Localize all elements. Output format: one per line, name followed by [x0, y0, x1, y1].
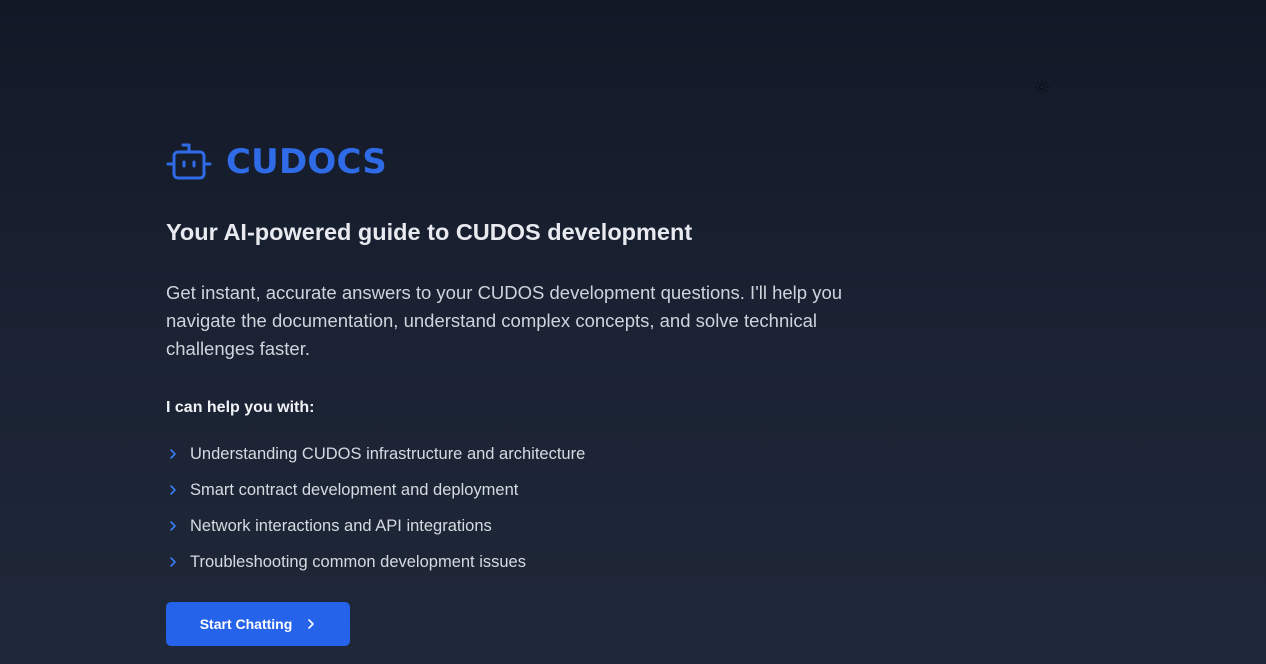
- intro-description: Get instant, accurate answers to your CU…: [166, 282, 843, 359]
- list-item-label: Smart contract development and deploymen…: [190, 480, 519, 499]
- chevron-right-icon: [168, 448, 180, 460]
- list-item: Smart contract development and deploymen…: [166, 472, 846, 508]
- list-item-label: Troubleshooting common development issue…: [190, 552, 526, 571]
- help-list: Understanding CUDOS infrastructure and a…: [166, 436, 846, 580]
- brand-name: CUDOCS: [226, 142, 387, 182]
- chevron-right-icon: [168, 556, 180, 568]
- chevron-right-icon: [168, 484, 180, 496]
- start-chatting-button[interactable]: Start Chatting: [166, 602, 350, 646]
- list-item-label: Network interactions and API integration…: [190, 516, 492, 535]
- robot-icon: [166, 140, 212, 184]
- theme-toggle-button[interactable]: [1031, 76, 1053, 98]
- brand-header: CUDOCS: [166, 140, 846, 184]
- page-tagline: Your AI-powered guide to CUDOS developme…: [166, 219, 693, 245]
- chevron-right-icon: [168, 520, 180, 532]
- main-content: CUDOCS Your AI-powered guide to CUDOS de…: [166, 140, 846, 580]
- chevron-right-icon: [306, 617, 316, 631]
- start-chatting-label: Start Chatting: [199, 616, 293, 632]
- sun-icon: [1034, 79, 1050, 95]
- list-item-label: Understanding CUDOS infrastructure and a…: [190, 444, 586, 463]
- help-heading: I can help you with:: [166, 399, 315, 416]
- list-item: Understanding CUDOS infrastructure and a…: [166, 436, 846, 472]
- list-item: Troubleshooting common development issue…: [166, 544, 846, 580]
- list-item: Network interactions and API integration…: [166, 508, 846, 544]
